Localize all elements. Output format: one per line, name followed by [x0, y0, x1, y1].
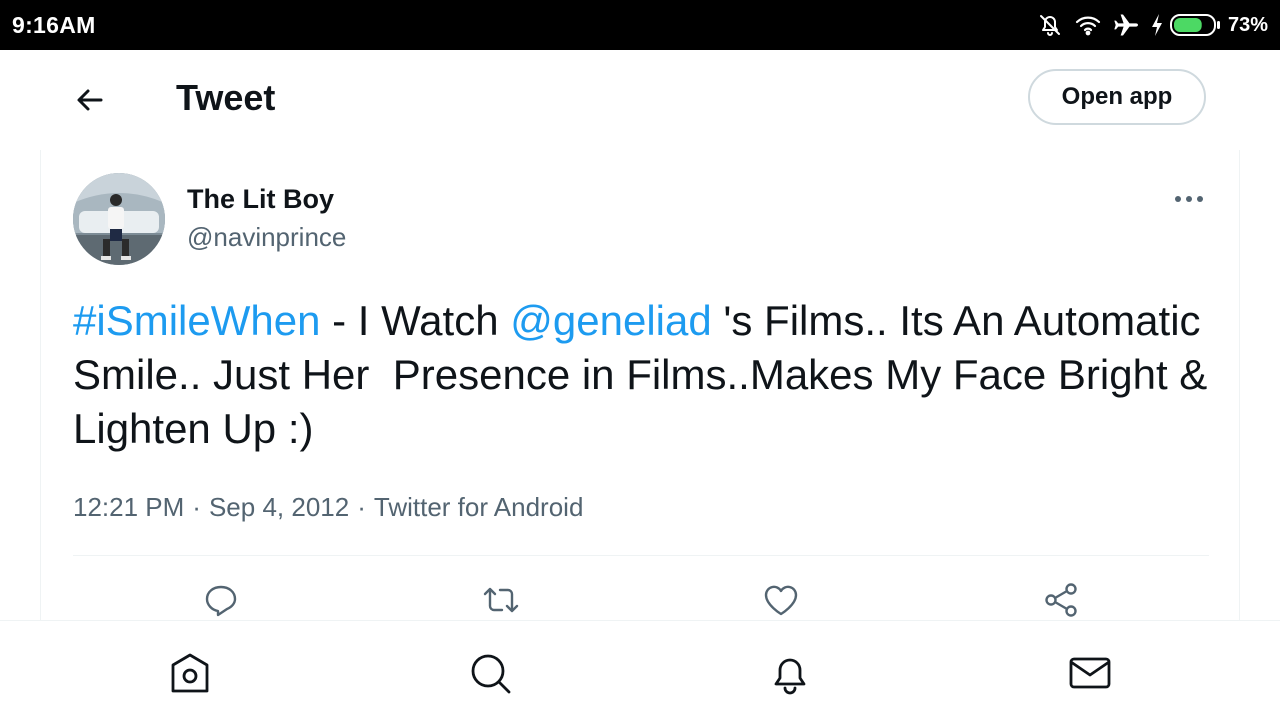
messages-icon — [1068, 651, 1112, 695]
avatar[interactable] — [73, 173, 165, 265]
reply-button[interactable] — [201, 580, 241, 620]
tweet-meta: 12:21 PM · Sep 4, 2012 · Twitter for Android — [73, 490, 583, 524]
share-icon — [1042, 581, 1080, 619]
tweet-card: The Lit Boy @navinprince #iSmileWhen - I… — [40, 150, 1240, 620]
home-icon — [168, 651, 212, 695]
more-options-button[interactable] — [1169, 184, 1209, 214]
back-button[interactable] — [66, 76, 114, 124]
bottom-nav — [0, 620, 1280, 721]
charging-bolt-icon — [1150, 13, 1164, 37]
page-title: Tweet — [176, 77, 276, 118]
nav-messages[interactable] — [1068, 651, 1112, 695]
tweet-time[interactable]: 12:21 PM — [73, 492, 184, 522]
bell-off-icon — [1036, 11, 1064, 39]
battery-indicator: 73% — [1150, 13, 1268, 37]
user-handle[interactable]: @navinprince — [187, 220, 346, 254]
hashtag-link[interactable]: #iSmileWhen — [73, 297, 320, 344]
reply-icon — [203, 582, 239, 618]
share-button[interactable] — [1041, 580, 1081, 620]
retweet-button[interactable] — [481, 580, 521, 620]
wifi-icon — [1074, 11, 1102, 39]
search-icon — [468, 651, 512, 695]
like-button[interactable] — [761, 580, 801, 620]
status-time: 9:16AM — [12, 12, 96, 38]
tweet-text: #iSmileWhen - I Watch @geneliad 's Films… — [73, 294, 1213, 456]
status-bar: 9:16AM 73% — [0, 0, 1280, 50]
more-horizontal-icon — [1174, 195, 1204, 203]
notifications-icon — [768, 651, 812, 695]
back-arrow-icon — [74, 84, 106, 116]
nav-search[interactable] — [468, 651, 512, 695]
meta-separator: · — [192, 492, 201, 522]
retweet-icon — [481, 582, 521, 618]
airplane-icon — [1112, 11, 1140, 39]
divider — [73, 555, 1209, 556]
status-icons: 73% — [1036, 10, 1268, 40]
battery-icon — [1169, 13, 1222, 37]
tweet-text-segment: - I Watch — [320, 297, 511, 344]
open-app-button[interactable]: Open app — [1028, 69, 1206, 125]
meta-separator: · — [357, 492, 366, 522]
tweet-source[interactable]: Twitter for Android — [374, 492, 584, 522]
like-icon — [763, 583, 799, 617]
mention-link[interactable]: @geneliad — [510, 297, 711, 344]
battery-percent: 73% — [1227, 13, 1268, 36]
tweet-date[interactable]: Sep 4, 2012 — [209, 492, 349, 522]
display-name[interactable]: The Lit Boy — [187, 182, 334, 216]
header: Tweet Open app — [0, 50, 1280, 150]
nav-home[interactable] — [168, 651, 212, 695]
nav-notifications[interactable] — [768, 651, 812, 695]
